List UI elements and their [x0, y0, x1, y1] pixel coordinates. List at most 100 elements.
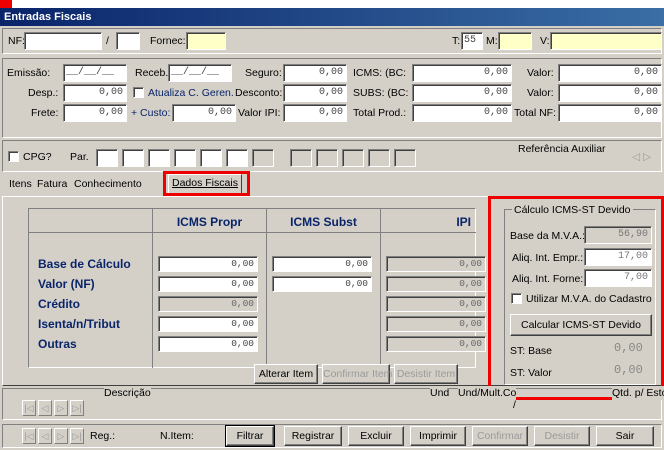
- t-input[interactable]: 55: [461, 32, 483, 50]
- red-marker: [0, 0, 12, 8]
- valor-input-2[interactable]: 0,00: [558, 84, 662, 102]
- prev-record-icon[interactable]: ◁: [38, 428, 52, 444]
- custo-input[interactable]: 0,00: [172, 104, 236, 122]
- valor-ipi-input[interactable]: 0,00: [283, 104, 347, 122]
- last-record-icon[interactable]: ▷|: [70, 428, 84, 444]
- fornec-label: Fornec:: [150, 35, 186, 47]
- fornec-input[interactable]: [186, 32, 226, 50]
- cpg-checkbox[interactable]: [8, 151, 19, 162]
- subs-bc-input[interactable]: 0,00: [412, 84, 512, 102]
- fiscal-cell-propr[interactable]: 0,00: [158, 276, 258, 292]
- cpg-cell[interactable]: [148, 149, 170, 167]
- cpg-cell[interactable]: [342, 149, 364, 167]
- atualiza-label: Atualiza C. Geren.: [148, 87, 234, 99]
- t-label: T:: [452, 35, 461, 47]
- nf-serie-input[interactable]: [116, 32, 140, 50]
- window: Entradas Fiscais NF: / Fornec: T: 55 M: …: [0, 8, 664, 450]
- next-record-icon[interactable]: ▷: [54, 428, 68, 444]
- frete-input[interactable]: 0,00: [63, 104, 127, 122]
- valor-input-1[interactable]: 0,00: [558, 64, 662, 82]
- fiscal-cell-propr[interactable]: 0,00: [158, 256, 258, 272]
- first-item-icon[interactable]: |◁: [22, 400, 36, 416]
- cpg-cell[interactable]: [290, 149, 312, 167]
- fiscal-cell-propr[interactable]: 0,00: [158, 336, 258, 352]
- m-input[interactable]: [498, 32, 532, 50]
- cpg-cell[interactable]: [174, 149, 196, 167]
- emissao-input[interactable]: __/__/__: [63, 64, 127, 82]
- receb-input[interactable]: __/__/__: [168, 64, 232, 82]
- subs-bc-label: SUBS: (BC:: [353, 87, 409, 99]
- tab-highlight: [163, 171, 250, 196]
- confirmar-item-button[interactable]: Confirmar Item: [322, 364, 392, 384]
- und-mult-label: Und/Mult.Co: [458, 386, 517, 400]
- qtd-label: Qtd. p/ Estoq.: [612, 386, 664, 400]
- desistir-item-button[interactable]: Desistir Item: [394, 364, 458, 384]
- fiscal-cell-propr[interactable]: 0,00: [158, 296, 258, 312]
- last-item-icon[interactable]: ▷|: [70, 400, 84, 416]
- m-label: M:: [486, 35, 498, 47]
- registrar-button[interactable]: Registrar: [284, 426, 342, 446]
- first-record-icon[interactable]: |◁: [22, 428, 36, 444]
- prev-item-icon[interactable]: ◁: [38, 400, 52, 416]
- fiscal-cell-propr[interactable]: 0,00: [158, 316, 258, 332]
- cpg-cell[interactable]: [122, 149, 144, 167]
- tab-fatura[interactable]: Fatura: [34, 176, 70, 194]
- und-label: Und: [430, 386, 450, 400]
- fiscal-row-label: Outras: [38, 337, 77, 351]
- nf-label: NF:: [8, 35, 25, 47]
- total-prod-input[interactable]: 0,00: [412, 104, 512, 122]
- alterar-item-button[interactable]: Alterar Item: [254, 364, 318, 384]
- v-input[interactable]: [550, 32, 662, 50]
- cpg-cell[interactable]: [316, 149, 338, 167]
- imprimir-button[interactable]: Imprimir: [410, 426, 466, 446]
- desistir-button[interactable]: Desistir: [534, 426, 590, 446]
- cpg-label: CPG?: [23, 151, 52, 163]
- fiscal-cell-ipi[interactable]: 0,00: [386, 316, 486, 332]
- confirmar-button[interactable]: Confirmar: [472, 426, 528, 446]
- desp-label: Desp.:: [28, 87, 59, 99]
- next-item-icon[interactable]: ▷: [54, 400, 68, 416]
- fiscal-row-label: Valor (NF): [38, 277, 95, 291]
- excluir-button[interactable]: Excluir: [348, 426, 404, 446]
- nf-input[interactable]: [24, 32, 102, 50]
- atualiza-checkbox[interactable]: [133, 87, 144, 98]
- col-header-ipi: IPI: [456, 215, 471, 229]
- fiscal-cell-ipi[interactable]: 0,00: [386, 276, 486, 292]
- cpg-cell[interactable]: [96, 149, 118, 167]
- filtrar-button[interactable]: Filtrar: [226, 426, 274, 446]
- cpg-cell[interactable]: [394, 149, 416, 167]
- desp-input[interactable]: 0,00: [63, 84, 127, 102]
- fiscal-row-label: Base de Cálculo: [38, 257, 131, 271]
- frete-label: Frete:: [31, 107, 59, 119]
- fiscal-row-label: Isenta/n/Tribut: [38, 317, 121, 331]
- desconto-label: Desconto:: [235, 87, 283, 99]
- fiscal-cell-subst[interactable]: 0,00: [272, 276, 372, 292]
- custo-label: + Custo:: [131, 107, 171, 119]
- tab-itens[interactable]: Itens: [6, 176, 35, 194]
- seguro-input[interactable]: 0,00: [283, 64, 347, 82]
- descricao-label: Descrição: [104, 386, 151, 400]
- und-mult-value: /: [513, 399, 516, 411]
- cpg-cell[interactable]: [226, 149, 248, 167]
- cpg-cell[interactable]: [200, 149, 222, 167]
- fiscal-cell-ipi[interactable]: 0,00: [386, 296, 486, 312]
- fiscal-cell-subst[interactable]: 0,00: [272, 256, 372, 272]
- nf-separator: /: [106, 35, 109, 47]
- header-divider: [28, 232, 476, 233]
- calculo-highlight: [488, 196, 664, 400]
- fiscal-cell-ipi[interactable]: 0,00: [386, 256, 486, 272]
- tab-conhecimento[interactable]: Conhecimento: [71, 176, 145, 194]
- ref-nav-icon[interactable]: ◁ ▷: [632, 150, 651, 164]
- cpg-cell[interactable]: [368, 149, 390, 167]
- cpg-cell[interactable]: [252, 149, 274, 167]
- icms-bc-input[interactable]: 0,00: [412, 64, 512, 82]
- sair-button[interactable]: Sair: [596, 426, 654, 446]
- fiscal-cell-ipi[interactable]: 0,00: [386, 336, 486, 352]
- desconto-input[interactable]: 0,00: [283, 84, 347, 102]
- total-nf-input[interactable]: 0,00: [558, 104, 662, 122]
- valor-label-1: Valor:: [527, 67, 554, 79]
- valor-label-2: Valor:: [527, 87, 554, 99]
- reg-label: Reg.:: [90, 430, 116, 442]
- window-title: Entradas Fiscais: [0, 8, 664, 26]
- icms-bc-label: ICMS: (BC:: [353, 67, 407, 79]
